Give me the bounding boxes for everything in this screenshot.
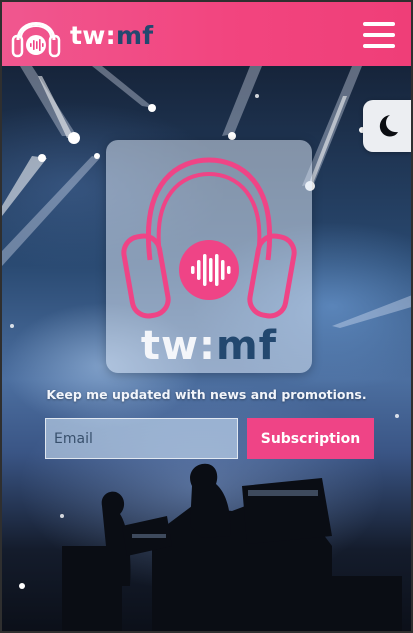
newsletter-description: Keep me updated with news and promotions… xyxy=(46,387,367,402)
headphones-icon xyxy=(11,22,61,58)
moon-icon xyxy=(379,115,398,137)
hero-logo-wordmark: tw:mf xyxy=(106,324,312,368)
brand-link[interactable]: tw:mf xyxy=(10,10,153,60)
email-field[interactable] xyxy=(45,418,238,459)
app-frame: tw:mf tw:mf Keep me updated with news an… xyxy=(0,0,413,633)
headphones-icon xyxy=(121,157,297,319)
hero-logo-part1: tw: xyxy=(140,323,216,369)
theme-toggle-button[interactable] xyxy=(363,100,411,152)
subscription-button[interactable]: Subscription xyxy=(247,418,374,459)
hero-logo-part2: mf xyxy=(215,323,278,369)
brand-name: tw:mf xyxy=(70,21,153,50)
hamburger-menu-icon[interactable] xyxy=(363,22,395,48)
brand-name-part1: tw: xyxy=(70,20,116,50)
menu-bar xyxy=(363,22,395,26)
menu-bar xyxy=(363,44,395,48)
hero-logo-card: tw:mf xyxy=(106,140,312,373)
menu-bar xyxy=(363,33,395,37)
brand-name-part2: mf xyxy=(115,20,154,50)
top-header: tw:mf xyxy=(2,2,411,66)
